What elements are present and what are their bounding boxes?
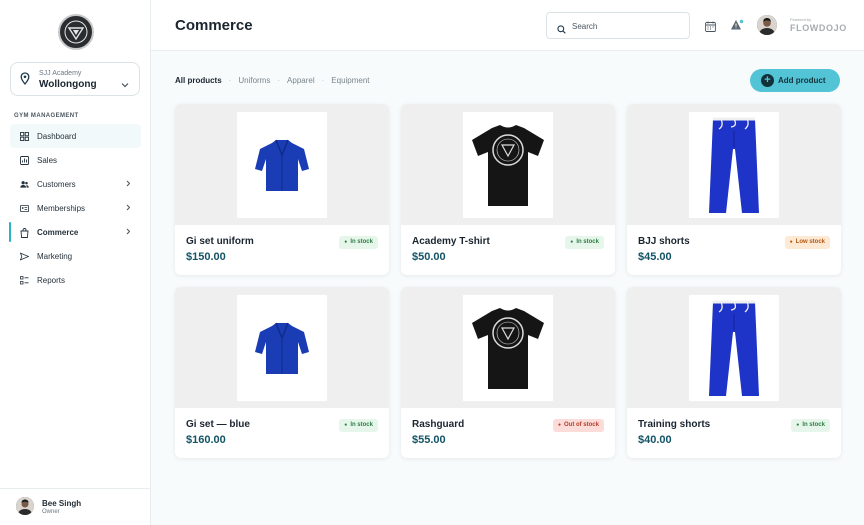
product-name: Gi set — blue	[186, 419, 250, 430]
product-image-area	[175, 104, 389, 225]
status-badge: In stock	[791, 419, 830, 432]
page-title: Commerce	[175, 17, 253, 34]
product-image-area	[401, 104, 615, 225]
status-badge: In stock	[565, 236, 604, 249]
product-card[interactable]: Training shorts $40.00 In stock	[627, 287, 841, 458]
product-card[interactable]: Rashguard $55.00 Out of stock	[401, 287, 615, 458]
search-box[interactable]	[546, 12, 690, 39]
product-price: $55.00	[412, 434, 446, 446]
chevron-right-icon	[126, 228, 131, 237]
powered-by-label: Powered by	[790, 17, 812, 22]
product-card[interactable]: BJJ shorts $45.00 Low stock	[627, 104, 841, 275]
chevron-down-icon	[121, 75, 129, 93]
product-image-area	[401, 287, 615, 408]
category-filters: All products · Uniforms · Apparel · Equi…	[175, 76, 370, 85]
product-image-area	[627, 287, 841, 408]
users-icon	[20, 180, 29, 189]
header-avatar[interactable]	[757, 15, 777, 35]
search-input[interactable]	[572, 19, 682, 33]
sidebar-item-dashboard[interactable]: Dashboard	[10, 124, 141, 148]
add-product-label: Add product	[778, 76, 826, 85]
product-name: Academy T-shirt	[412, 236, 490, 247]
status-badge: In stock	[339, 419, 378, 432]
product-price: $40.00	[638, 434, 672, 446]
brand-logo: FLOWDOJO	[790, 23, 847, 33]
product-price: $45.00	[638, 251, 672, 263]
sidebar: SJJ Academy Wollongong GYM MANAGEMENT Da…	[0, 0, 151, 525]
sidebar-item-reports[interactable]: Reports	[10, 268, 141, 292]
product-card[interactable]: Gi set — blue $160.00 In stock	[175, 287, 389, 458]
pants-image	[689, 112, 779, 218]
product-price: $150.00	[186, 251, 226, 263]
location-pin-icon	[20, 72, 30, 90]
product-name: Training shorts	[638, 419, 711, 430]
sidebar-item-customers[interactable]: Customers	[10, 172, 141, 196]
filter-uniforms[interactable]: Uniforms	[238, 76, 270, 85]
section-title: GYM MANAGEMENT	[14, 113, 79, 119]
filter-apparel[interactable]: Apparel	[287, 76, 315, 85]
filter-separator: ·	[321, 76, 325, 85]
sidebar-item-label: Sales	[37, 155, 58, 165]
send-icon	[20, 252, 29, 261]
user-name: Bee Singh	[42, 499, 82, 508]
academy-label: SJJ Academy	[39, 70, 82, 77]
user-role: Owner	[42, 509, 60, 515]
plus-icon: +	[761, 74, 774, 87]
sidebar-item-label: Customers	[37, 179, 76, 189]
status-badge: Low stock	[784, 236, 830, 249]
list-icon	[20, 275, 29, 285]
tshirt-image	[463, 112, 553, 218]
sidebar-item-commerce[interactable]: Commerce	[9, 220, 141, 244]
product-price: $160.00	[186, 434, 226, 446]
filter-separator: ·	[228, 76, 232, 85]
product-card[interactable]: Academy T-shirt $50.00 In stock	[401, 104, 615, 275]
product-name: Rashguard	[412, 419, 465, 430]
academy-selector[interactable]: SJJ Academy Wollongong	[10, 62, 140, 96]
filter-all-products[interactable]: All products	[175, 76, 222, 85]
sidebar-nav: Dashboard Sales Customers Memberships Co…	[9, 124, 141, 292]
card-icon	[20, 204, 29, 213]
chart-icon	[20, 155, 29, 165]
filter-separator: ·	[277, 76, 281, 85]
sidebar-item-sales[interactable]: Sales	[10, 148, 141, 172]
dashboard-icon	[20, 131, 29, 141]
product-image-area	[175, 287, 389, 408]
sidebar-item-label: Marketing	[37, 251, 73, 261]
pants-image	[689, 295, 779, 401]
top-header: Commerce Powered by FLOWDOJO	[151, 0, 864, 51]
user-profile[interactable]: Bee Singh Owner	[0, 488, 151, 525]
academy-name: Wollongong	[39, 79, 97, 90]
product-price: $50.00	[412, 251, 446, 263]
chevron-right-icon	[126, 204, 131, 213]
sidebar-item-label: Reports	[37, 275, 66, 285]
status-badge: Out of stock	[552, 419, 604, 432]
filter-equipment[interactable]: Equipment	[331, 76, 369, 85]
sidebar-item-label: Commerce	[37, 227, 79, 237]
sidebar-item-label: Dashboard	[37, 131, 77, 141]
search-icon	[557, 21, 566, 39]
calendar-icon[interactable]	[705, 19, 716, 37]
product-card[interactable]: Gi set uniform $150.00 In stock	[175, 104, 389, 275]
chevron-right-icon	[126, 180, 131, 189]
gi-jacket-image	[237, 295, 327, 401]
bag-icon	[20, 227, 29, 238]
product-name: BJJ shorts	[638, 236, 690, 247]
sidebar-item-memberships[interactable]: Memberships	[10, 196, 141, 220]
product-image-area	[627, 104, 841, 225]
tshirt-image	[463, 295, 553, 401]
product-name: Gi set uniform	[186, 236, 254, 247]
avatar	[16, 497, 34, 515]
sidebar-item-label: Memberships	[37, 203, 86, 213]
add-product-button[interactable]: + Add product	[750, 69, 840, 92]
alert-icon[interactable]	[730, 18, 744, 36]
academy-logo[interactable]	[58, 14, 94, 50]
status-badge: In stock	[339, 236, 378, 249]
sidebar-item-marketing[interactable]: Marketing	[10, 244, 141, 268]
gi-jacket-image	[237, 112, 327, 218]
